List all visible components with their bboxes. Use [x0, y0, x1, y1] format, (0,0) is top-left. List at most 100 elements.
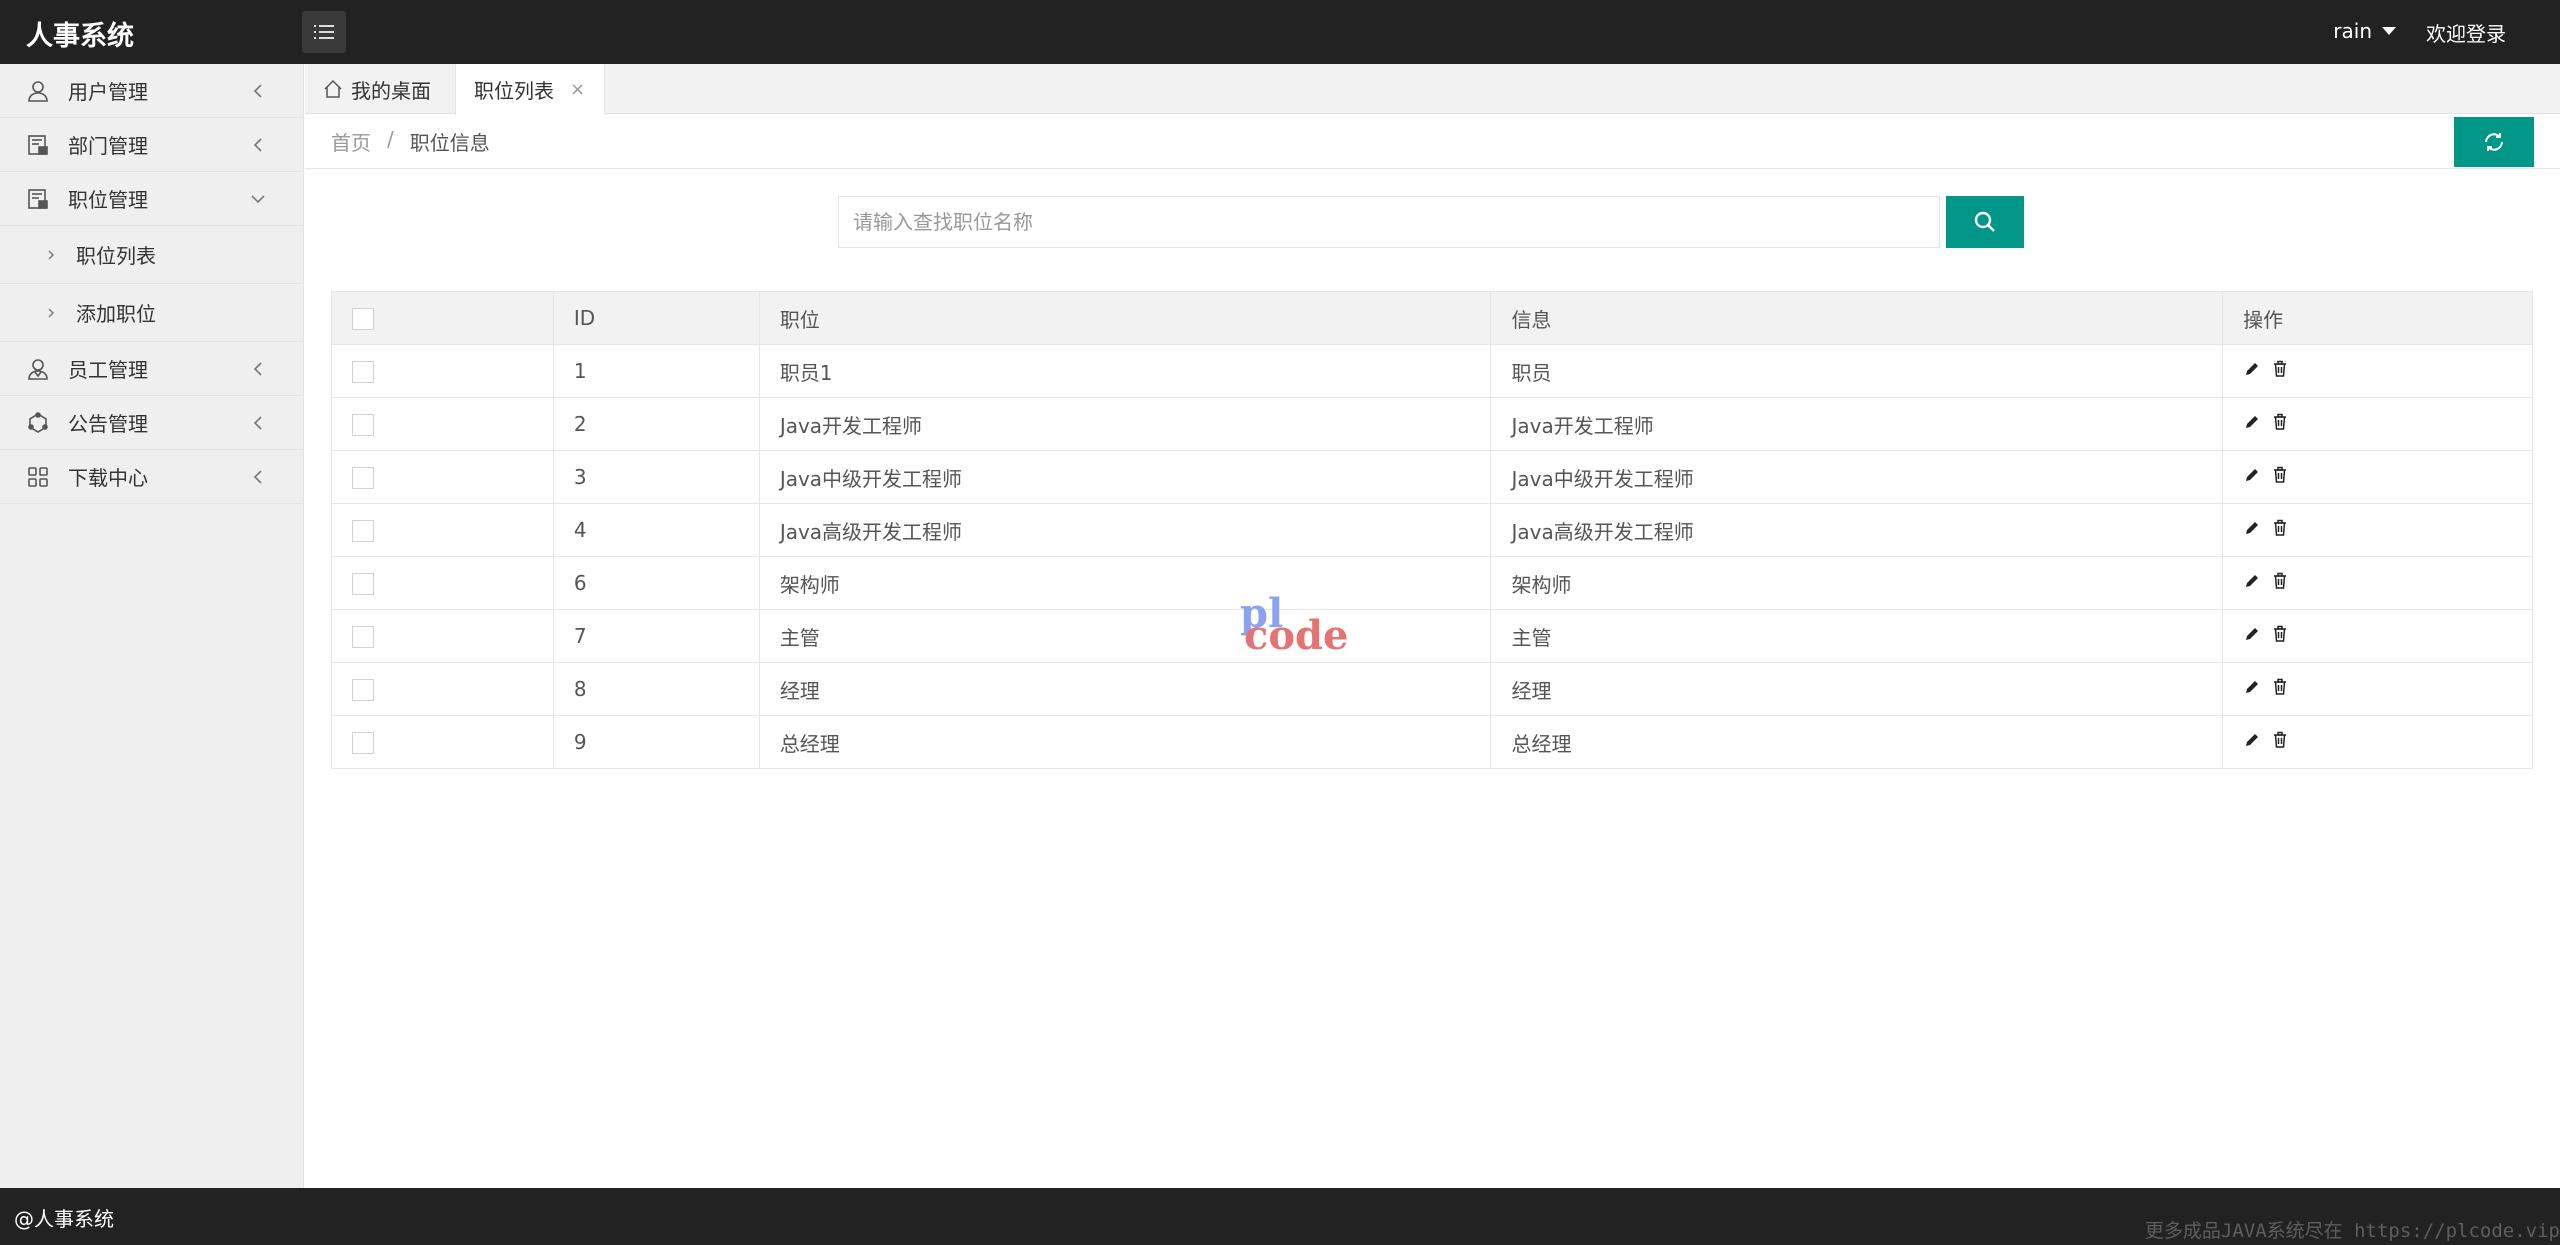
- table-row: 2 Java开发工程师 Java开发工程师: [331, 397, 2533, 451]
- sidebar-item-user-management[interactable]: 用户管理: [0, 64, 303, 118]
- sidebar-subitem-add-position[interactable]: 添加职位: [0, 284, 303, 342]
- refresh-button[interactable]: [2454, 117, 2534, 167]
- breadcrumb-separator: /: [387, 127, 394, 151]
- edit-icon[interactable]: [2243, 360, 2261, 378]
- sidebar-item-position-management[interactable]: 职位管理: [0, 172, 303, 226]
- sidebar-subitem-position-list[interactable]: 职位列表: [0, 226, 303, 284]
- cell-actions: [2222, 556, 2533, 610]
- cell-info: 职员: [1490, 344, 2224, 398]
- breadcrumb-current: 职位信息: [409, 131, 490, 155]
- cell-id: 2: [552, 397, 760, 451]
- cell-id: 7: [552, 609, 760, 663]
- column-header-position: 职位: [758, 291, 1492, 345]
- row-checkbox[interactable]: [352, 732, 374, 755]
- notice-icon: [26, 411, 50, 435]
- table-row: 4 Java高级开发工程师 Java高级开发工程师: [331, 503, 2533, 557]
- search-button[interactable]: [1946, 196, 2024, 248]
- sidebar-item-label: 公告管理: [68, 412, 148, 436]
- chevron-left-icon: [253, 84, 262, 98]
- row-checkbox-cell: [331, 450, 554, 504]
- trash-icon[interactable]: [2271, 678, 2289, 696]
- cell-actions: [2222, 344, 2533, 398]
- edit-icon[interactable]: [2243, 466, 2261, 484]
- row-checkbox[interactable]: [352, 414, 374, 437]
- download-center-icon: [26, 465, 50, 489]
- row-checkbox-cell: [331, 556, 554, 610]
- caret-down-icon: [2382, 27, 2396, 35]
- refresh-icon: [2485, 133, 2503, 151]
- cell-id: 4: [552, 503, 760, 557]
- breadcrumb-home-link[interactable]: 首页: [331, 127, 371, 156]
- cell-id: 1: [552, 344, 760, 398]
- trash-icon[interactable]: [2271, 572, 2289, 590]
- chevron-left-icon: [253, 416, 262, 430]
- tab-position-list[interactable]: 职位列表 ×: [455, 64, 605, 115]
- edit-icon[interactable]: [2243, 678, 2261, 696]
- cell-info: Java高级开发工程师: [1490, 503, 2224, 557]
- trash-icon[interactable]: [2271, 360, 2289, 378]
- app-title: 人事系统: [26, 21, 134, 52]
- hamburger-icon: [314, 25, 334, 39]
- table-row: 7 主管 主管: [331, 609, 2533, 663]
- sidebar-item-notice-management[interactable]: 公告管理: [0, 396, 303, 450]
- row-checkbox[interactable]: [352, 573, 374, 596]
- cell-info: 架构师: [1490, 556, 2224, 610]
- edit-icon[interactable]: [2243, 572, 2261, 590]
- welcome-link[interactable]: 欢迎登录: [2426, 18, 2506, 47]
- sidebar-item-employee-management[interactable]: 员工管理: [0, 342, 303, 396]
- cell-actions: [2222, 450, 2533, 504]
- row-checkbox-cell: [331, 503, 554, 557]
- row-checkbox-cell: [331, 609, 554, 663]
- close-icon[interactable]: ×: [570, 79, 585, 100]
- search-input[interactable]: [838, 196, 1940, 248]
- sidebar-item-label: 职位管理: [68, 188, 148, 212]
- footer: @人事系统 更多成品JAVA系统尽在 https://plcode.vip: [0, 1188, 2560, 1245]
- watermark-text: code: [1244, 612, 1349, 659]
- row-checkbox[interactable]: [352, 467, 374, 490]
- table-row: 9 总经理 总经理: [331, 715, 2533, 769]
- user-menu[interactable]: rain: [2333, 19, 2396, 43]
- sidebar: 用户管理 部门管理 职位管理 职位列表 添加职位 员工管理 公告管理 下载中心: [0, 64, 304, 1188]
- chevron-right-icon: [48, 308, 54, 317]
- breadcrumb-bar: 首页 / 职位信息: [305, 115, 2560, 169]
- sidebar-item-download-center[interactable]: 下载中心: [0, 450, 303, 504]
- trash-icon[interactable]: [2271, 625, 2289, 643]
- row-checkbox-cell: [331, 397, 554, 451]
- edit-icon[interactable]: [2243, 625, 2261, 643]
- trash-icon[interactable]: [2271, 466, 2289, 484]
- row-checkbox[interactable]: [352, 626, 374, 649]
- cell-position: Java中级开发工程师: [758, 450, 1492, 504]
- menu-toggle-button[interactable]: [302, 11, 346, 53]
- row-checkbox-cell: [331, 715, 554, 769]
- column-header-info: 信息: [1490, 291, 2224, 345]
- top-header: 人事系统 rain 欢迎登录: [0, 0, 2560, 64]
- row-checkbox[interactable]: [352, 679, 374, 702]
- row-checkbox[interactable]: [352, 520, 374, 543]
- sidebar-item-department-management[interactable]: 部门管理: [0, 118, 303, 172]
- select-all-checkbox[interactable]: [352, 308, 374, 331]
- edit-icon[interactable]: [2243, 413, 2261, 431]
- cell-actions: [2222, 662, 2533, 716]
- sidebar-subitem-label: 添加职位: [76, 302, 156, 326]
- cell-position: 经理: [758, 662, 1492, 716]
- edit-icon[interactable]: [2243, 731, 2261, 749]
- cell-actions: [2222, 715, 2533, 769]
- chevron-left-icon: [253, 470, 262, 484]
- trash-icon[interactable]: [2271, 413, 2289, 431]
- chevron-left-icon: [253, 362, 262, 376]
- edit-icon[interactable]: [2243, 519, 2261, 537]
- trash-icon[interactable]: [2271, 519, 2289, 537]
- chevron-down-icon: [251, 195, 265, 204]
- table-row: 6 架构师 架构师: [331, 556, 2533, 610]
- column-header-actions: 操作: [2222, 291, 2533, 345]
- trash-icon[interactable]: [2271, 731, 2289, 749]
- row-checkbox[interactable]: [352, 361, 374, 384]
- cell-id: 3: [552, 450, 760, 504]
- tab-label: 我的桌面: [351, 78, 431, 103]
- tab-my-desktop[interactable]: 我的桌面: [323, 64, 431, 114]
- cell-position: 架构师: [758, 556, 1492, 610]
- select-all-cell: [331, 291, 554, 345]
- sidebar-item-label: 员工管理: [68, 358, 148, 382]
- cell-position: Java高级开发工程师: [758, 503, 1492, 557]
- table-header-row: ID 职位 信息 操作: [331, 291, 2533, 345]
